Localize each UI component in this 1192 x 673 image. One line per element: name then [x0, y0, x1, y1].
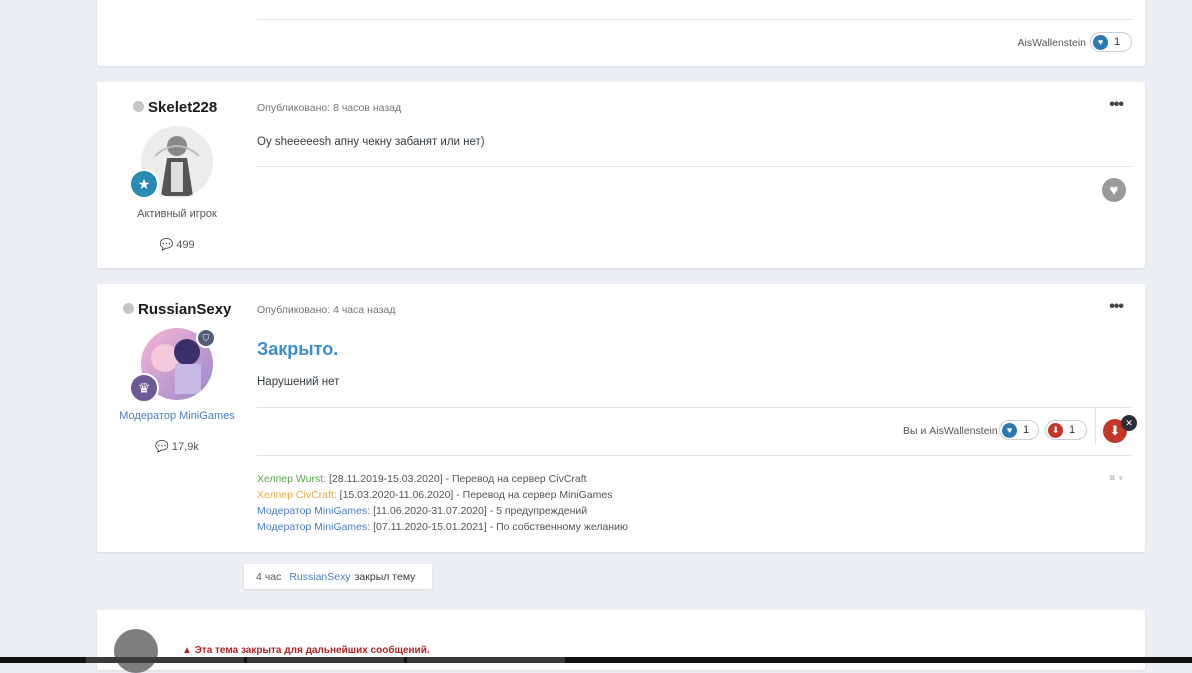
signature-line: Хелпер CivCraft: [15.03.2020-11.06.2020]…: [257, 489, 613, 501]
post-content: Oy sheeeeesh апну чекну забанят или нет): [257, 136, 485, 148]
heart-icon: ♥: [1109, 181, 1119, 199]
dislike-reaction-count[interactable]: ⬇ 1: [1045, 420, 1087, 440]
react-heart-button[interactable]: ♥: [1102, 178, 1126, 202]
divider: [257, 166, 1132, 167]
event-action: закрыл тему: [354, 570, 416, 583]
event-user[interactable]: RussianSexy: [289, 571, 350, 583]
post-card-russiansexy: RussianSexy ⛉ ♛ Модератор MiniGames 💬 17…: [97, 284, 1145, 552]
signature-line: Модератор MiniGames: [07.11.2020-15.01.2…: [257, 521, 628, 533]
author-name[interactable]: Skelet228: [133, 99, 217, 116]
post-count[interactable]: 💬 499: [97, 238, 257, 251]
signature: Хелпер Wurst: [28.11.2019-15.03.2020] - …: [257, 471, 628, 535]
event-time[interactable]: 4 час: [256, 571, 281, 583]
closed-notice: ▲ Эта тема закрыта для дальнейших сообще…: [182, 645, 430, 656]
thumbs-down-icon: ⬇: [1048, 422, 1063, 438]
post-card-skelet228: Skelet228 ★ Активный игрок 💬 499 Опублик…: [97, 82, 1145, 268]
like-count: 1: [1114, 36, 1121, 48]
like-reaction-count[interactable]: ♥ 1: [999, 420, 1039, 440]
heart-icon: ♥: [1093, 34, 1108, 50]
post-heading: Закрыто.: [257, 339, 339, 359]
user-title: Активный игрок: [137, 208, 217, 220]
warning-icon: ▲: [182, 645, 192, 656]
moderation-event: 4 час RussianSexy закрыл тему: [244, 564, 432, 589]
signature-line: Модератор MiniGames: [11.06.2020-31.07.2…: [257, 505, 588, 517]
divider: [257, 407, 1132, 408]
avatar: [114, 629, 158, 673]
signature-line: Хелпер Wurst: [28.11.2019-15.03.2020] - …: [257, 473, 587, 485]
signature-options-icon[interactable]: ✖ ▾: [1108, 473, 1123, 484]
comment-icon: 💬: [159, 239, 174, 251]
taskbar-item[interactable]: [86, 657, 244, 663]
author-name[interactable]: RussianSexy: [123, 301, 231, 318]
taskbar-item[interactable]: [247, 657, 404, 663]
rank-star-icon: ★: [129, 169, 159, 199]
post-count[interactable]: 💬 17,9k: [97, 440, 257, 453]
post-meta[interactable]: Опубликовано: 8 часов назад: [257, 102, 401, 114]
post-content: Нарушений нет: [257, 376, 340, 388]
more-options-icon[interactable]: •••: [1109, 96, 1124, 114]
like-reaction-count[interactable]: ♥ 1: [1090, 32, 1132, 52]
divider: [1095, 408, 1096, 444]
divider: [257, 455, 1132, 456]
like-count: 1: [1023, 424, 1030, 436]
rank-crown-icon: ♛: [129, 373, 159, 403]
remove-reaction-close-icon[interactable]: ✕: [1121, 415, 1137, 431]
divider: [257, 19, 1132, 20]
post-card-previous: AisWallenstein ♥ 1: [97, 0, 1145, 66]
post-meta[interactable]: Опубликовано: 4 часа назад: [257, 304, 395, 316]
offline-status-icon: [123, 303, 134, 314]
dislike-count: 1: [1069, 424, 1076, 436]
moderator-shield-icon: ⛉: [196, 328, 216, 348]
taskbar-item[interactable]: [407, 657, 565, 663]
offline-status-icon: [133, 101, 144, 112]
user-title: Модератор MiniGames: [119, 410, 235, 422]
heart-icon: ♥: [1002, 422, 1017, 438]
more-options-icon[interactable]: •••: [1109, 298, 1124, 316]
thumbs-down-icon: ⬇: [1109, 423, 1121, 438]
comment-icon: 💬: [155, 441, 169, 453]
reacting-users[interactable]: Вы и AisWallenstein: [903, 425, 998, 437]
reacting-users[interactable]: AisWallenstein: [1018, 37, 1086, 49]
